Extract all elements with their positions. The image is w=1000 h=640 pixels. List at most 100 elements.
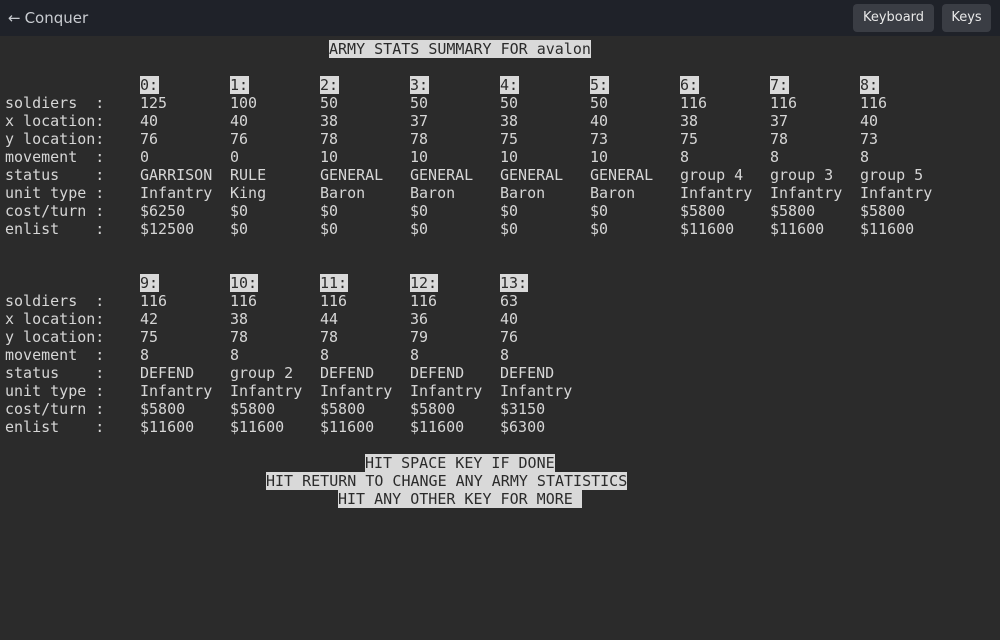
army-y-value: 73 [590, 130, 609, 148]
army-status-value: DEFEND [500, 364, 555, 382]
army-id-header: 8: [860, 76, 880, 94]
army-enlist-value: $6300 [500, 418, 546, 436]
army-enlist-value: $0 [230, 220, 249, 238]
army-x-value: 44 [320, 310, 339, 328]
army-enlist-value: $0 [590, 220, 609, 238]
back-label: Conquer [24, 9, 89, 27]
army-id-header: 6: [680, 76, 700, 94]
army-movement-value: 10 [410, 148, 429, 166]
army-cost-value: $5800 [320, 400, 366, 418]
army-status-value: group 5 [860, 166, 924, 184]
army-x-value: 40 [590, 112, 609, 130]
army-enlist-value: $0 [410, 220, 429, 238]
row-label: status : [5, 364, 105, 382]
army-x-value: 38 [500, 112, 519, 130]
army-enlist-value: $11600 [860, 220, 915, 238]
army-id-header: 1: [230, 76, 250, 94]
row-label: movement : [5, 148, 105, 166]
army-y-value: 78 [320, 328, 339, 346]
army-movement-value: 8 [680, 148, 690, 166]
army-cost-value: $5800 [680, 202, 726, 220]
army-movement-value: 8 [230, 346, 240, 364]
terminal-screen[interactable]: ARMY STATS SUMMARY FOR avalon soldiers :… [0, 36, 1000, 640]
army-y-value: 78 [410, 130, 429, 148]
army-cost-value: $5800 [770, 202, 816, 220]
army-soldiers-value: 63 [500, 292, 519, 310]
army-cost-value: $3150 [500, 400, 546, 418]
army-cost-value: $0 [320, 202, 339, 220]
army-y-value: 73 [860, 130, 879, 148]
army-soldiers-value: 116 [860, 94, 888, 112]
army-y-value: 78 [770, 130, 789, 148]
army-enlist-value: $11600 [410, 418, 465, 436]
army-soldiers-value: 116 [320, 292, 348, 310]
back-arrow-icon: ← [8, 9, 21, 27]
army-soldiers-value: 116 [410, 292, 438, 310]
row-label: enlist : [5, 220, 105, 238]
row-label: soldiers : [5, 94, 105, 112]
keys-button[interactable]: Keys [942, 4, 991, 32]
army-cost-value: $5800 [410, 400, 456, 418]
army-movement-value: 8 [860, 148, 870, 166]
army-status-value: GENERAL [590, 166, 654, 184]
summary-title: ARMY STATS SUMMARY FOR avalon [329, 40, 591, 58]
row-label: soldiers : [5, 292, 105, 310]
army-x-value: 40 [140, 112, 159, 130]
keyboard-button[interactable]: Keyboard [853, 4, 934, 32]
army-id-header: 10: [230, 274, 259, 292]
army-unit-type-value: Infantry [410, 382, 483, 400]
army-cost-value: $5800 [860, 202, 906, 220]
army-movement-value: 10 [320, 148, 339, 166]
army-id-header: 9: [140, 274, 160, 292]
army-soldiers-value: 50 [410, 94, 429, 112]
army-movement-value: 0 [140, 148, 150, 166]
army-soldiers-value: 50 [590, 94, 609, 112]
army-unit-type-value: Infantry [320, 382, 393, 400]
army-soldiers-value: 50 [500, 94, 519, 112]
army-enlist-value: $11600 [140, 418, 195, 436]
army-movement-value: 8 [140, 346, 150, 364]
prompt-more: HIT ANY OTHER KEY FOR MORE [338, 490, 582, 508]
row-label: status : [5, 166, 105, 184]
army-unit-type-value: Baron [410, 184, 456, 202]
army-x-value: 36 [410, 310, 429, 328]
army-y-value: 76 [140, 130, 159, 148]
top-bar: ← Conquer Keyboard Keys [0, 0, 1000, 36]
army-movement-value: 10 [590, 148, 609, 166]
army-unit-type-value: Baron [590, 184, 636, 202]
army-soldiers-value: 116 [770, 94, 798, 112]
army-y-value: 75 [140, 328, 159, 346]
army-movement-value: 8 [500, 346, 510, 364]
army-x-value: 37 [410, 112, 429, 130]
row-label: enlist : [5, 418, 105, 436]
army-status-value: DEFEND [410, 364, 465, 382]
army-id-header: 0: [140, 76, 160, 94]
army-soldiers-value: 125 [140, 94, 168, 112]
army-cost-value: $0 [590, 202, 609, 220]
army-movement-value: 8 [320, 346, 330, 364]
army-cost-value: $0 [230, 202, 249, 220]
back-button[interactable]: ← Conquer [8, 8, 88, 28]
row-label: unit type : [5, 382, 105, 400]
army-soldiers-value: 116 [230, 292, 258, 310]
row-label: y location: [5, 328, 105, 346]
army-unit-type-value: Infantry [140, 382, 213, 400]
army-status-value: RULE [230, 166, 267, 184]
army-unit-type-value: Infantry [230, 382, 303, 400]
army-status-value: GENERAL [320, 166, 384, 184]
army-movement-value: 8 [770, 148, 780, 166]
army-enlist-value: $11600 [770, 220, 825, 238]
row-label: movement : [5, 346, 105, 364]
army-status-value: group 3 [770, 166, 834, 184]
army-cost-value: $5800 [140, 400, 186, 418]
army-x-value: 42 [140, 310, 159, 328]
army-soldiers-value: 116 [680, 94, 708, 112]
army-id-header: 5: [590, 76, 610, 94]
army-enlist-value: $12500 [140, 220, 195, 238]
army-status-value: group 2 [230, 364, 294, 382]
row-label: unit type : [5, 184, 105, 202]
army-unit-type-value: King [230, 184, 267, 202]
army-y-value: 79 [410, 328, 429, 346]
army-cost-value: $6250 [140, 202, 186, 220]
army-id-header: 11: [320, 274, 349, 292]
